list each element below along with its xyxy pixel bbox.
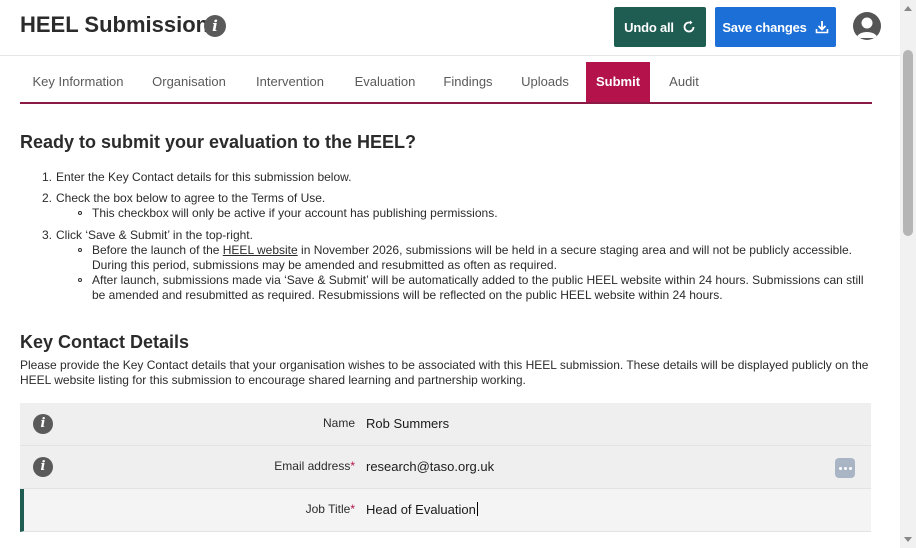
step-3-note-1: Before the launch of the HEEL website in… [42, 243, 872, 273]
user-avatar-icon[interactable] [853, 12, 881, 40]
key-contact-description: Please provide the Key Contact details t… [20, 358, 869, 387]
vertical-scrollbar[interactable] [900, 0, 916, 548]
tab-key-information[interactable]: Key Information [20, 62, 136, 102]
scroll-up-icon[interactable] [904, 6, 912, 11]
page-title: HEEL Submissions [20, 12, 222, 37]
name-label: Name [322, 416, 355, 430]
step-3-note-2: After launch, submissions made via ‘Save… [42, 273, 872, 303]
more-options-icon[interactable] [835, 458, 855, 478]
name-row: i Name Rob Summers [20, 403, 871, 446]
submit-steps-list: 1. Enter the Key Contact details for this… [42, 170, 872, 303]
text-cursor [476, 502, 478, 516]
tab-uploads[interactable]: Uploads [512, 62, 578, 102]
info-icon[interactable]: i [33, 414, 53, 434]
email-label: Email address* [274, 459, 355, 473]
step-2-note: This checkbox will only be active if you… [42, 206, 872, 221]
step-3: 3. Click ‘Save & Submit’ in the top-right… [42, 228, 253, 242]
tab-findings[interactable]: Findings [436, 62, 500, 102]
key-contact-form: i Name Rob Summers i Email address* rese… [20, 403, 871, 532]
tab-submit[interactable]: Submit [586, 62, 650, 102]
name-field[interactable]: Rob Summers [366, 416, 449, 431]
scroll-down-icon[interactable] [904, 537, 912, 542]
tab-organisation[interactable]: Organisation [141, 62, 237, 102]
scrollbar-thumb[interactable] [903, 50, 913, 236]
undo-icon [683, 20, 695, 33]
info-icon[interactable]: i [33, 457, 53, 477]
submit-heading: Ready to submit your evaluation to the H… [20, 132, 417, 152]
email-row: i Email address* research@taso.org.uk [20, 446, 871, 489]
app-header: HEEL Submissions i Undo all Save changes [0, 0, 900, 56]
info-icon[interactable]: i [204, 15, 226, 37]
job-title-field[interactable]: Head of Evaluation [366, 502, 478, 517]
undo-all-label: Undo all [624, 19, 674, 35]
tab-bar: Key Information Organisation Interventio… [20, 62, 872, 104]
job-title-label: Job Title* [305, 502, 355, 516]
save-changes-label: Save changes [722, 19, 807, 35]
tab-audit[interactable]: Audit [660, 62, 708, 102]
heel-website-link[interactable]: HEEL website [223, 243, 298, 257]
save-changes-button[interactable]: Save changes [715, 7, 836, 47]
step-1: 1. Enter the Key Contact details for this… [42, 170, 352, 184]
key-contact-heading: Key Contact Details [20, 332, 190, 352]
step-2: 2. Check the box below to agree to the Te… [42, 191, 326, 205]
download-icon [815, 21, 828, 34]
undo-all-button[interactable]: Undo all [614, 7, 706, 47]
job-title-row: Job Title* Head of Evaluation [20, 489, 871, 532]
tab-evaluation[interactable]: Evaluation [345, 62, 425, 102]
tab-intervention[interactable]: Intervention [244, 62, 336, 102]
email-field[interactable]: research@taso.org.uk [366, 459, 494, 474]
